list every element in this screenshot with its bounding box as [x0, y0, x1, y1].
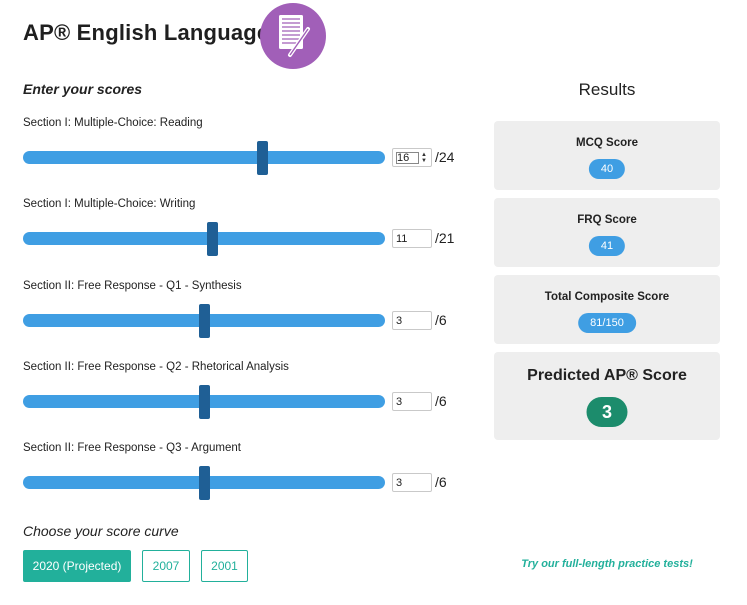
- composite-score-label: Total Composite Score: [544, 291, 670, 303]
- enter-scores-heading: Enter your scores: [23, 81, 143, 97]
- results-heading: Results: [578, 80, 636, 99]
- section-label: Section II: Free Response - Q3 - Argumen…: [23, 442, 241, 454]
- notepad-pencil-icon: [260, 3, 326, 69]
- curve-button-2020[interactable]: 2020 (Projected): [23, 550, 131, 582]
- score-curve-heading: Choose your score curve: [23, 523, 179, 539]
- curve-button-2007[interactable]: 2007: [142, 550, 190, 582]
- score-calculator: AP® English Language Enter your scores S…: [0, 0, 747, 605]
- mcq-score-value: 40: [588, 159, 626, 179]
- score-input-value: 3: [396, 314, 403, 327]
- section-label: Section I: Multiple-Choice: Writing: [23, 198, 196, 210]
- frq-score-label: FRQ Score: [577, 214, 637, 226]
- score-max: /6: [435, 312, 447, 328]
- slider-thumb[interactable]: [206, 222, 218, 256]
- score-input[interactable]: 3: [392, 392, 432, 411]
- mcq-score-card: MCQ Score 40: [494, 121, 720, 190]
- score-input[interactable]: 16 ▲ ▼: [392, 148, 432, 167]
- curve-button-2001[interactable]: 2001: [201, 550, 248, 582]
- section-synthesis: Section II: Free Response - Q1 - Synthes…: [23, 280, 473, 350]
- slider-thumb[interactable]: [198, 304, 210, 338]
- score-max: /6: [435, 393, 447, 409]
- slider-track[interactable]: [23, 151, 385, 164]
- score-input[interactable]: 3: [392, 311, 432, 330]
- score-input-value: 11: [396, 232, 408, 245]
- score-input[interactable]: 3: [392, 473, 432, 492]
- score-max: /6: [435, 474, 447, 490]
- predicted-score-card: Predicted AP® Score 3: [494, 352, 720, 440]
- frq-score-card: FRQ Score 41: [494, 198, 720, 267]
- score-input-value: 16: [396, 151, 419, 164]
- frq-score-value: 41: [588, 236, 626, 256]
- spinner-icon[interactable]: ▲ ▼: [419, 150, 429, 165]
- section-label: Section II: Free Response - Q2 - Rhetori…: [23, 361, 289, 373]
- slider-thumb[interactable]: [198, 385, 210, 419]
- page-title: AP® English Language: [23, 20, 270, 45]
- slider-thumb[interactable]: [198, 466, 210, 500]
- section-label: Section II: Free Response - Q1 - Synthes…: [23, 280, 242, 292]
- section-label: Section I: Multiple-Choice: Reading: [23, 117, 203, 129]
- score-input-value: 3: [396, 395, 403, 408]
- predicted-score-badge: 3: [586, 397, 628, 427]
- score-max: /24: [435, 149, 455, 165]
- score-input-value: 3: [396, 476, 403, 489]
- section-writing: Section I: Multiple-Choice: Writing 11 /…: [23, 198, 473, 268]
- section-argument: Section II: Free Response - Q3 - Argumen…: [23, 442, 473, 512]
- slider-track[interactable]: [23, 232, 385, 245]
- slider-thumb[interactable]: [257, 141, 268, 175]
- score-max: /21: [435, 230, 455, 246]
- section-rhetorical-analysis: Section II: Free Response - Q2 - Rhetori…: [23, 361, 473, 431]
- section-reading: Section I: Multiple-Choice: Reading 16 ▲…: [23, 117, 473, 187]
- composite-score-value: 81/150: [578, 313, 636, 333]
- predicted-score-label: Predicted AP® Score: [527, 367, 687, 384]
- composite-score-card: Total Composite Score 81/150: [494, 275, 720, 344]
- score-input[interactable]: 11: [392, 229, 432, 248]
- mcq-score-label: MCQ Score: [576, 137, 638, 149]
- practice-tests-link[interactable]: Try our full-length practice tests!: [494, 558, 720, 570]
